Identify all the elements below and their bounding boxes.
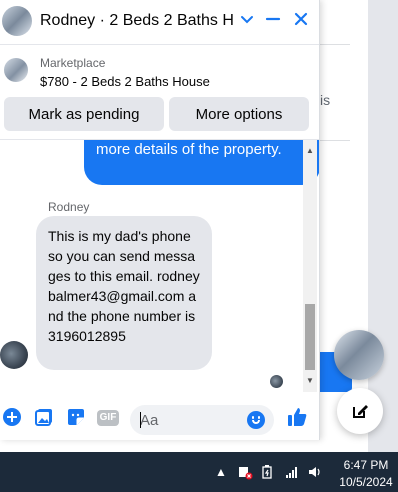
floating-chat-avatar[interactable]: [334, 330, 384, 380]
background-divider: [318, 140, 350, 141]
contact-avatar[interactable]: [2, 6, 32, 36]
chevron-down-icon[interactable]: [236, 10, 258, 32]
background-text: is: [320, 92, 331, 108]
more-options-button[interactable]: More options: [169, 97, 309, 131]
chevron-down-icon[interactable]: ▼: [303, 376, 317, 386]
taskbar: ▲ 6:47 PM 10/5/2024: [0, 452, 398, 492]
background-divider: [318, 44, 350, 45]
message-scrollbar[interactable]: ▲ ▼: [303, 140, 317, 392]
sender-name: Rodney: [48, 200, 90, 214]
plus-circle-icon[interactable]: [1, 407, 23, 429]
minimize-icon[interactable]: [262, 10, 284, 32]
close-icon[interactable]: [290, 10, 312, 32]
sticker-icon[interactable]: [65, 407, 87, 429]
chevron-up-icon[interactable]: ▲: [213, 464, 229, 480]
text-caret: [140, 412, 141, 428]
seen-indicator-avatar: [270, 375, 283, 388]
chat-window: Rodney · 2 Beds 2 Baths H... Marketplace…: [0, 0, 320, 440]
chat-title[interactable]: Rodney · 2 Beds 2 Baths H...: [40, 12, 235, 30]
scrollbar-thumb[interactable]: [305, 304, 315, 370]
listing-title[interactable]: $780 - 2 Beds 2 Baths House: [40, 74, 210, 89]
emoji-icon[interactable]: [247, 411, 265, 429]
sender-avatar[interactable]: [0, 341, 28, 369]
listing-thumbnail[interactable]: [4, 58, 28, 82]
gif-icon[interactable]: GIF: [97, 410, 119, 426]
chevron-up-icon[interactable]: ▲: [303, 146, 317, 156]
like-icon[interactable]: [286, 406, 308, 428]
outgoing-message: more details of the property.: [84, 140, 319, 185]
listing-banner: Marketplace $780 - 2 Beds 2 Baths House …: [0, 45, 319, 140]
compose-icon[interactable]: [337, 388, 383, 434]
wifi-icon[interactable]: [284, 464, 300, 480]
background-scroll-area: [368, 0, 398, 452]
volume-icon[interactable]: [307, 464, 323, 480]
notification-icon[interactable]: [237, 464, 253, 480]
clock-time[interactable]: 6:47 PM: [336, 458, 396, 472]
battery-icon[interactable]: [260, 464, 276, 480]
clock-date[interactable]: 10/5/2024: [336, 475, 396, 489]
message-composer: GIF: [0, 395, 319, 440]
incoming-message: This is my dad's phone so you can send m…: [36, 216, 212, 370]
chat-header: Rodney · 2 Beds 2 Baths H...: [0, 0, 319, 45]
message-list: more details of the property. Rodney Thi…: [0, 140, 319, 392]
mark-as-pending-button[interactable]: Mark as pending: [4, 97, 164, 131]
photo-icon[interactable]: [33, 407, 55, 429]
listing-label: Marketplace: [40, 56, 106, 70]
